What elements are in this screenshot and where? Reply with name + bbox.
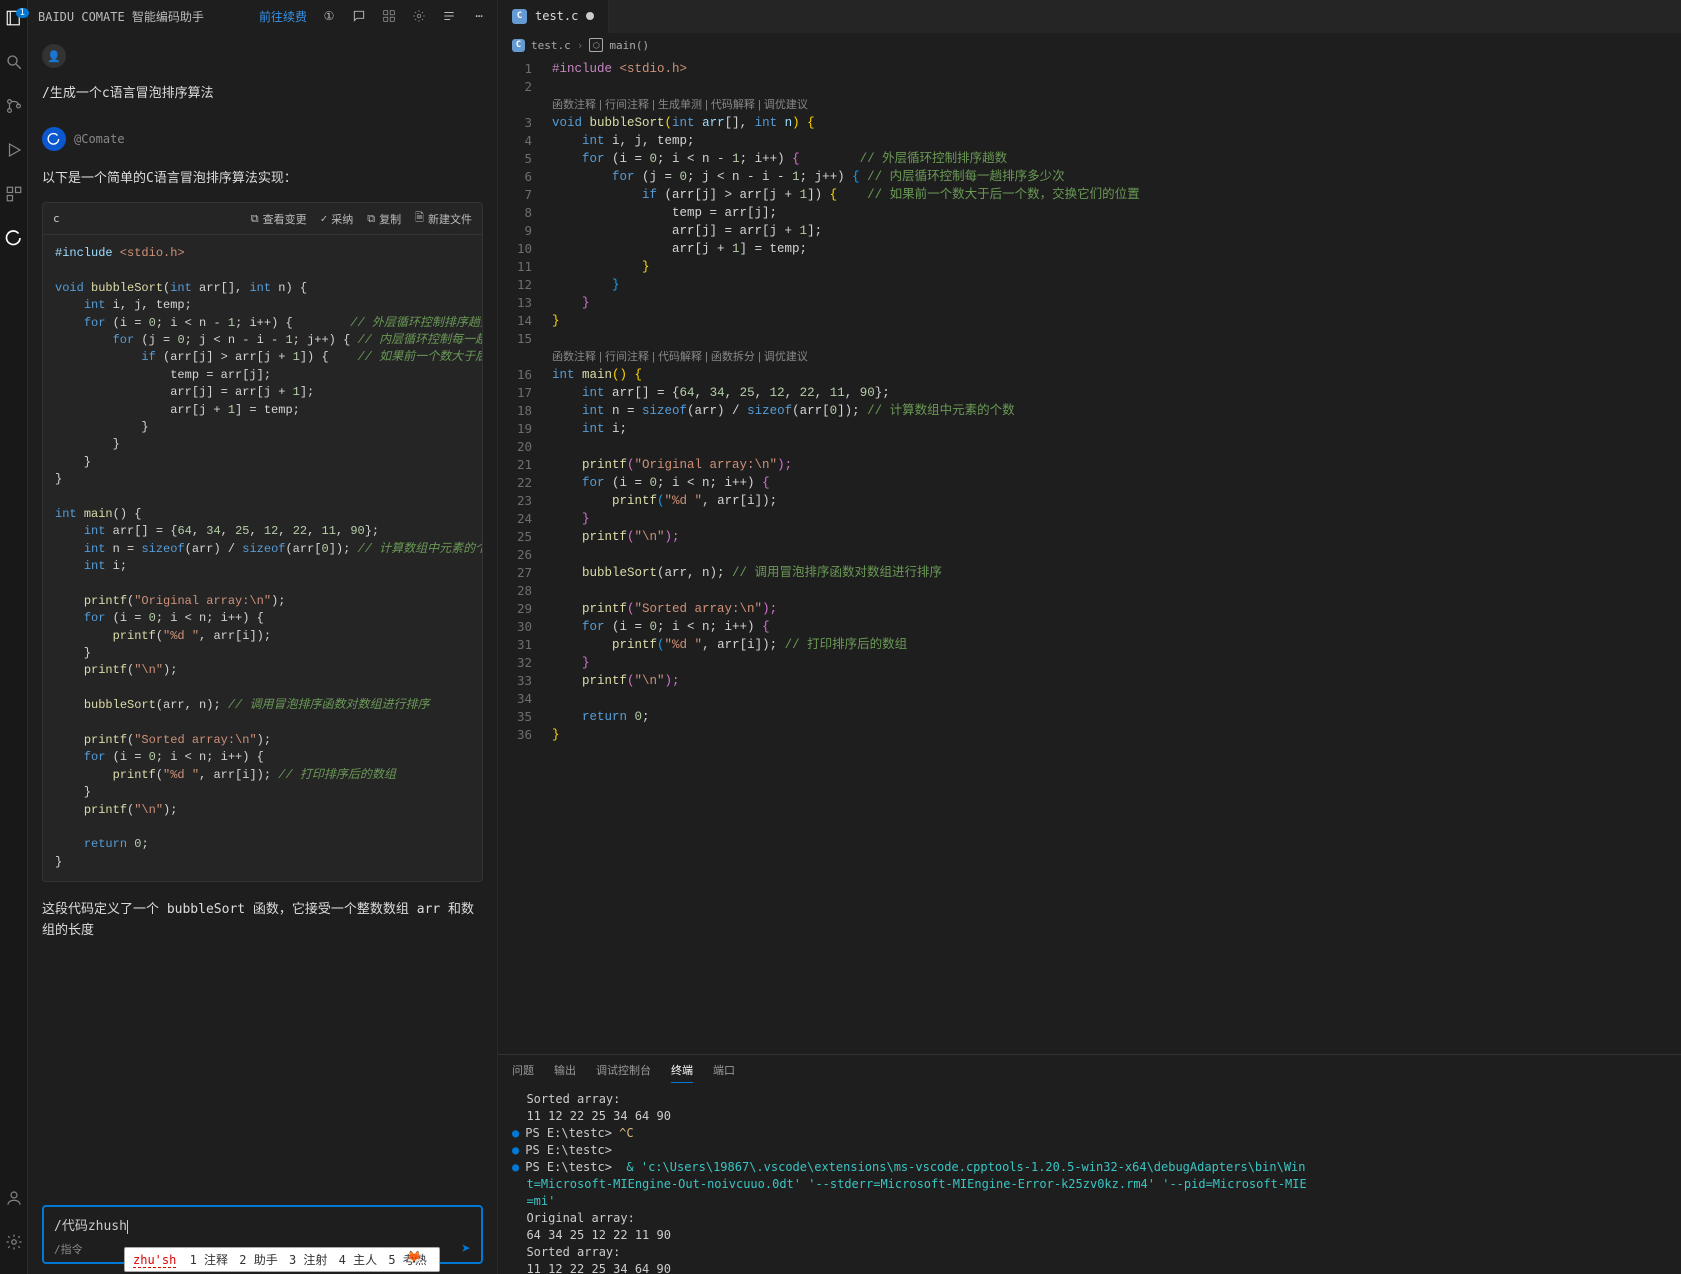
ime-pinyin: zhu'sh <box>133 1253 176 1268</box>
c-file-icon: C <box>512 9 527 24</box>
comate-input[interactable]: /代码zhush /指令 ➤ zhu'sh 1 注释 2 助手 3 注射 4 主… <box>42 1205 483 1264</box>
accept-button[interactable]: ✓ 采纳 <box>321 209 354 228</box>
list-icon[interactable] <box>441 8 457 24</box>
terminal-body[interactable]: Sorted array: 11 12 22 25 34 64 90●PS E:… <box>498 1085 1681 1274</box>
snippet-body[interactable]: #include <stdio.h> void bubbleSort(int a… <box>43 235 482 881</box>
symbol-icon: ⬡ <box>589 38 603 52</box>
run-debug-icon[interactable] <box>2 138 26 162</box>
comate-title: BAIDU COMATE 智能编码助手 <box>38 8 204 25</box>
files-icon[interactable]: 1 <box>2 6 26 30</box>
snippet-card: c ⧉ 查看变更 ✓ 采纳 ⧉ 复制 🗎 新建文件 #include <stdi… <box>42 202 483 882</box>
code-lens-2[interactable]: 函数注释 | 行间注释 | 代码解释 | 函数拆分 | 调优建议 <box>552 351 808 363</box>
ime-cand-3[interactable]: 3 注射 <box>289 1253 327 1267</box>
bot-avatar <box>42 127 66 151</box>
chevron-right-icon: › <box>577 39 584 52</box>
new-file-button[interactable]: 🗎 新建文件 <box>415 209 472 228</box>
account-icon[interactable] <box>2 1186 26 1210</box>
extensions-icon[interactable] <box>2 182 26 206</box>
bot-followup: 这段代码定义了一个 bubbleSort 函数，它接受一个整数数组 arr 和数… <box>42 892 483 956</box>
tab-test-c[interactable]: C test.c <box>498 0 609 33</box>
renew-link[interactable]: 前往续费 <box>259 8 307 25</box>
source-control-icon[interactable] <box>2 94 26 118</box>
tab-problems[interactable]: 问题 <box>512 1058 534 1082</box>
explorer-badge: 1 <box>16 8 29 18</box>
user-avatar: 👤 <box>42 44 66 68</box>
input-value: /代码zhush <box>54 1219 127 1234</box>
tab-label: test.c <box>535 9 578 23</box>
ime-popup[interactable]: zhu'sh 1 注释 2 助手 3 注射 4 主人 5 考熟 🦊 <box>124 1247 440 1272</box>
comate-icon[interactable] <box>2 226 26 250</box>
more-icon[interactable]: ⋯ <box>471 8 487 24</box>
comate-header: BAIDU COMATE 智能编码助手 前往续费 ① ⋯ <box>28 0 497 32</box>
snippet-lang: c <box>53 212 60 225</box>
terminal-tabs: 问题 输出 调试控制台 终端 端口 <box>498 1055 1681 1085</box>
send-icon[interactable]: ➤ <box>461 1239 471 1258</box>
ime-engine-icon: 🦊 <box>407 1250 423 1266</box>
dirty-dot-icon <box>586 12 594 20</box>
editor-tabs: C test.c <box>498 0 1681 34</box>
editor-area[interactable]: 1 2 3 4 5 6 7 8 9 10 11 12 13 14 15 16 1… <box>498 56 1681 1054</box>
comate-body: 👤 /生成一个c语言冒泡排序算法 @Comate 以下是一个简单的C语言冒泡排序… <box>28 32 497 1199</box>
breadcrumb[interactable]: C test.c › ⬡ main() <box>498 34 1681 56</box>
bot-intro: 以下是一个简单的C语言冒泡排序算法实现： <box>42 161 483 192</box>
bot-name: @Comate <box>74 132 125 146</box>
tab-debug-console[interactable]: 调试控制台 <box>596 1058 651 1082</box>
tab-output[interactable]: 输出 <box>554 1058 576 1082</box>
copy-button[interactable]: ⧉ 复制 <box>367 209 401 228</box>
comate-panel: BAIDU COMATE 智能编码助手 前往续费 ① ⋯ 👤 /生成一个c语言冒… <box>28 0 498 1274</box>
settings-icon[interactable] <box>2 1230 26 1254</box>
bc-function[interactable]: main() <box>609 39 649 52</box>
ime-cand-2[interactable]: 2 助手 <box>239 1253 277 1267</box>
input-hint: /指令 <box>54 1241 83 1257</box>
activity-bar: 1 <box>0 0 28 1274</box>
line-gutter: 1 2 3 4 5 6 7 8 9 10 11 12 13 14 15 16 1… <box>498 56 546 1054</box>
code-lens-1[interactable]: 函数注释 | 行间注释 | 生成单测 | 代码解释 | 调优建议 <box>552 99 808 111</box>
help-icon[interactable]: ① <box>321 8 337 24</box>
tab-ports[interactable]: 端口 <box>713 1058 735 1082</box>
chat-icon[interactable] <box>351 8 367 24</box>
code-content[interactable]: #include <stdio.h> 函数注释 | 行间注释 | 生成单测 | … <box>546 56 1681 1054</box>
tab-terminal[interactable]: 终端 <box>671 1058 693 1083</box>
gear-icon[interactable] <box>411 8 427 24</box>
ime-cand-1[interactable]: 1 注释 <box>190 1253 228 1267</box>
ime-cand-4[interactable]: 4 主人 <box>339 1253 377 1267</box>
user-message: /生成一个c语言冒泡排序算法 <box>42 78 483 111</box>
view-diff-button[interactable]: ⧉ 查看变更 <box>251 209 307 228</box>
search-icon[interactable] <box>2 50 26 74</box>
bc-file[interactable]: test.c <box>531 39 571 52</box>
apps-icon[interactable] <box>381 8 397 24</box>
editor-side: C test.c C test.c › ⬡ main() 1 2 3 4 5 6… <box>498 0 1681 1274</box>
c-file-icon: C <box>512 39 525 52</box>
terminal-panel: 问题 输出 调试控制台 终端 端口 Sorted array: 11 12 22… <box>498 1054 1681 1274</box>
